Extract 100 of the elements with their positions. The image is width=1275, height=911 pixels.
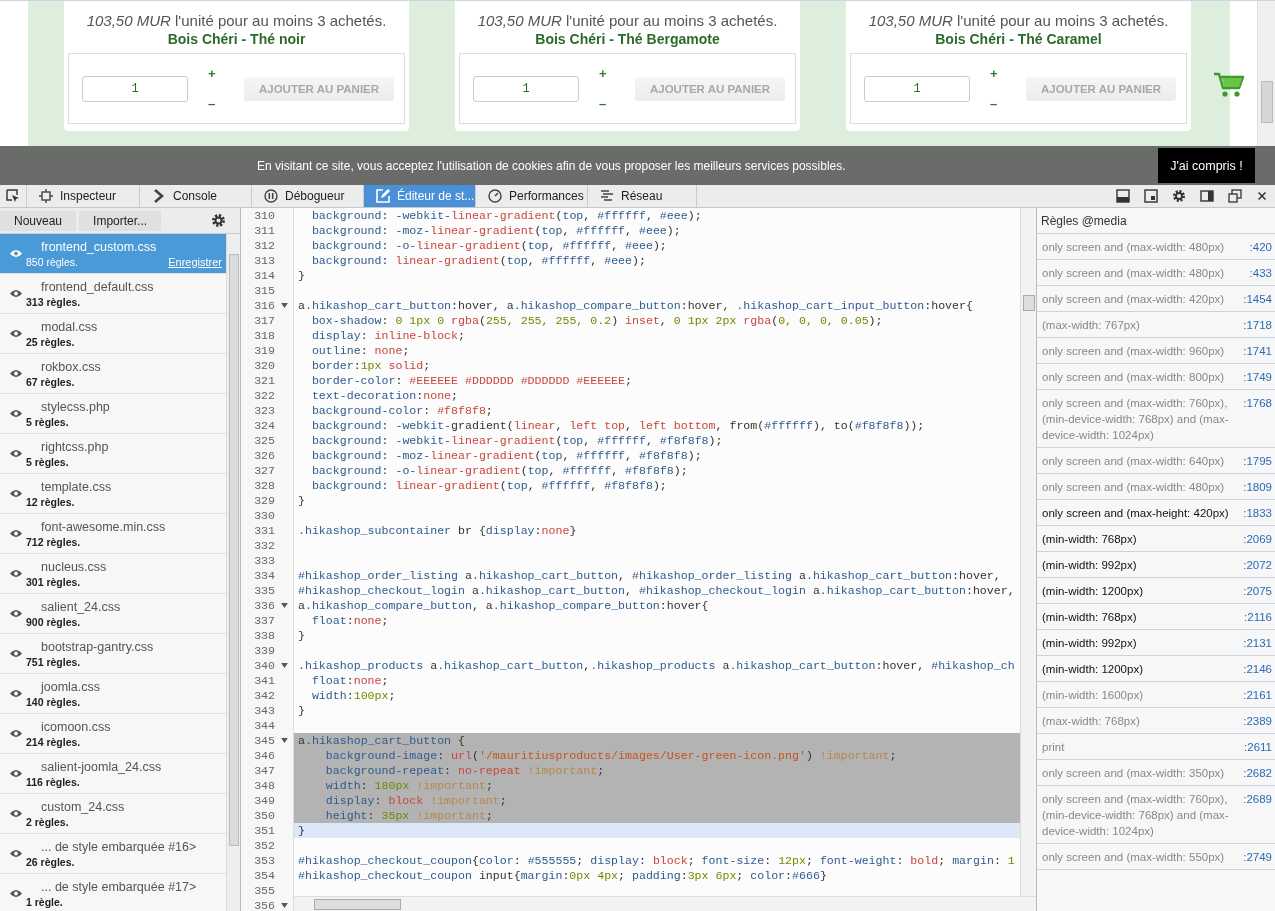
fold-arrow-icon[interactable] [281,603,288,608]
line-link[interactable]: :2072 [1243,557,1272,573]
code-line: text-decoration:none; [310,388,460,403]
scrollbar[interactable] [226,234,240,911]
line-link[interactable]: :1718 [1243,317,1272,333]
quantity-field[interactable]: 1 [473,75,579,102]
eye-icon[interactable] [9,449,23,458]
eye-icon[interactable] [9,849,23,858]
stylesheet-name: stylecss.php [41,399,111,414]
eye-icon[interactable] [9,409,23,418]
eye-icon[interactable] [9,489,23,498]
line-link[interactable]: :2069 [1243,531,1272,547]
devtools-tab[interactable]: Performances [475,185,587,207]
sidebar-button[interactable]: Nouveau [0,210,77,231]
line-link[interactable]: :2146 [1243,661,1272,677]
line-number: 355 [253,883,275,898]
media-query: (min-width: 1200px) [1042,584,1144,599]
quantity-field[interactable]: 1 [82,75,188,102]
eye-icon[interactable] [9,769,23,778]
line-link[interactable]: :1833 [1243,505,1272,521]
plus-button[interactable]: + [599,66,619,81]
line-number: 353 [253,853,275,868]
devtools-tab[interactable]: Réseau [587,185,697,207]
line-link[interactable]: :1749 [1243,369,1272,385]
separate-window-icon[interactable] [1228,189,1242,203]
line-link[interactable]: :1741 [1243,343,1272,359]
line-link[interactable]: :2161 [1243,687,1272,703]
horizontal-scrollbar[interactable] [294,896,1036,911]
code-line: background: -webkit-linear-gradient(top, #ffffff, #f8f8f8); [310,433,724,448]
sidebar-button[interactable]: Importer... [79,210,162,231]
line-number: 356 [253,898,275,911]
gauge-icon [488,189,502,203]
devtools-tab[interactable]: Inspecteur [26,185,139,207]
save-link[interactable]: Enregistrer [168,255,222,268]
plus-button[interactable]: + [208,66,228,81]
plus-button[interactable]: + [990,66,1010,81]
line-link[interactable]: :2116 [1244,609,1272,625]
code-line: float:none; [310,613,390,628]
eye-icon[interactable] [9,569,23,578]
eye-icon[interactable] [9,369,23,378]
rule-count: 116 règles. [26,775,80,788]
devtools-tab[interactable]: Console [139,185,251,207]
devtools-tab[interactable]: Éditeur de st... [363,185,475,207]
line-link[interactable]: :1809 [1243,479,1272,495]
line-link[interactable]: :2749 [1243,849,1272,865]
eye-icon[interactable] [9,729,23,738]
close-icon[interactable] [1256,190,1268,202]
settings-icon[interactable] [1172,189,1186,203]
line-number: 316 [253,298,275,313]
network-icon [600,189,614,203]
responsive-view-icon[interactable] [1144,189,1158,203]
line-link[interactable]: :1768 [1243,395,1272,411]
line-link[interactable]: :2689 [1243,791,1272,807]
eye-icon[interactable] [9,649,23,658]
fold-arrow-icon[interactable] [281,663,288,668]
eye-icon[interactable] [9,689,23,698]
eye-icon[interactable] [9,529,23,538]
cart-icon[interactable] [1213,71,1245,99]
dock-side-icon[interactable] [1200,189,1214,203]
line-link[interactable]: :2389 [1243,713,1272,729]
element-picker-icon[interactable] [6,189,20,203]
eye-icon[interactable] [9,289,23,298]
scrollbar[interactable] [1020,208,1036,897]
accept-button[interactable]: J'ai compris ! [1158,148,1255,183]
rule-count: 5 règles. [26,415,69,428]
media-query: only screen and (max-width: 760px), (min-device-width: 768px) and (max-device-width: 1024px) [1042,396,1230,443]
eye-icon[interactable] [9,329,23,338]
line-link[interactable]: :1795 [1243,453,1272,469]
line-number: 329 [253,493,275,508]
line-link[interactable]: :433 [1249,265,1272,281]
eye-icon[interactable] [9,889,23,898]
line-link[interactable]: :1454 [1243,291,1272,307]
line-link[interactable]: :2131 [1243,635,1272,651]
fold-arrow-icon[interactable] [281,903,288,908]
settings-icon[interactable] [211,213,226,228]
code-line: } [297,703,306,718]
minus-button[interactable]: – [599,96,619,111]
split-console-icon[interactable] [1116,189,1130,203]
fold-arrow-icon[interactable] [281,738,288,743]
fold-arrow-icon[interactable] [281,303,288,308]
line-link[interactable]: :420 [1249,239,1272,255]
stylesheet-item[interactable]: frontend_custom.css 850 règles. Enregistrer [0,234,226,274]
eye-icon[interactable] [9,609,23,618]
scroll-thumb[interactable] [314,899,401,910]
line-link[interactable]: :2611 [1244,739,1272,755]
code-line: float:none; [310,673,390,688]
minus-button[interactable]: – [990,96,1010,111]
scroll-thumb[interactable] [229,254,239,846]
scroll-thumb[interactable] [1023,295,1035,311]
media-query: only screen and (max-width: 480px) [1042,266,1226,281]
quantity-field[interactable]: 1 [864,75,970,102]
media-query: (min-width: 992px) [1042,636,1138,651]
eye-icon[interactable] [9,809,23,818]
line-number: 311 [253,223,275,238]
minus-button[interactable]: – [208,96,228,111]
line-link[interactable]: :2682 [1243,765,1272,781]
scrollbar[interactable] [1257,1,1275,146]
eye-icon[interactable] [9,249,23,258]
line-link[interactable]: :2075 [1243,583,1272,599]
scroll-thumb[interactable] [1261,81,1273,123]
